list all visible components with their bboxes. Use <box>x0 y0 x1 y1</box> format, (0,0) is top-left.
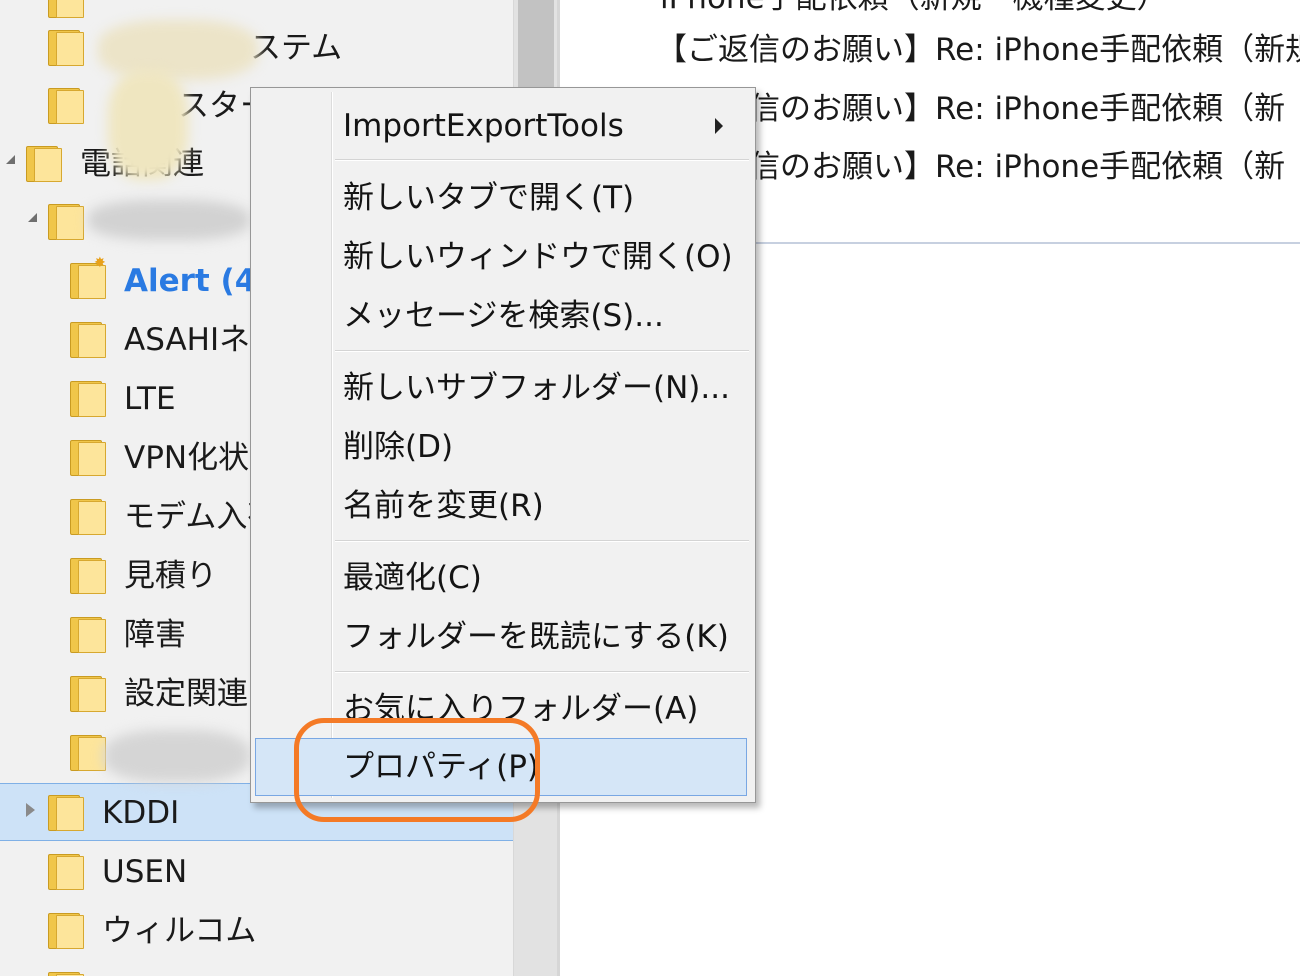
folder-icon <box>70 676 106 712</box>
folder-context-menu: ImportExportTools 新しいタブで開く(T) 新しいウィンドウで開… <box>250 87 756 803</box>
menu-separator <box>335 350 749 352</box>
redaction-blur <box>104 730 250 782</box>
menu-item-label: 新しいタブで開く(T) <box>343 180 635 216</box>
folder-icon <box>70 499 106 535</box>
folder-row[interactable]: ウィルコム <box>0 901 513 959</box>
folder-row[interactable]: USEN <box>0 842 513 900</box>
folder-icon <box>70 440 106 476</box>
folder-label: LTE <box>124 381 176 417</box>
triangle-collapsed-icon[interactable] <box>26 803 35 817</box>
folder-icon <box>48 0 84 18</box>
menu-item-label: 削除(D) <box>343 429 454 465</box>
folder-label: 設定関連 <box>124 676 248 712</box>
redaction-blur <box>98 20 258 80</box>
menu-item-label: 最適化(C) <box>343 560 482 596</box>
menu-item-compact[interactable]: 最適化(C) <box>255 549 749 607</box>
redaction-blur <box>108 70 188 180</box>
folder-label: USEN <box>102 854 188 890</box>
menu-item-delete[interactable]: 削除(D) <box>255 418 749 476</box>
menu-item-open-new-tab[interactable]: 新しいタブで開く(T) <box>255 169 749 227</box>
folder-label: 見積り <box>124 558 217 594</box>
folder-icon <box>48 30 84 66</box>
menu-separator <box>335 540 749 542</box>
redaction-blur <box>88 200 250 240</box>
thunderbird-window: ステム スター 電話関連 ✸ Alert (4 ASAHIネ LTE <box>0 0 1300 976</box>
folder-icon <box>48 88 84 124</box>
folder-label: VPN化状 <box>124 440 250 476</box>
folder-label: ウィルコム <box>102 913 257 949</box>
folder-icon <box>48 972 84 976</box>
menu-item-rename[interactable]: 名前を変更(R) <box>255 477 749 535</box>
menu-item-importexporttools[interactable]: ImportExportTools <box>255 97 749 155</box>
folder-icon <box>70 735 106 771</box>
menu-item-mark-folder-read[interactable]: フォルダーを既読にする(K) <box>255 608 749 666</box>
folder-icon <box>48 854 84 890</box>
folder-icon <box>26 146 62 182</box>
folder-icon <box>70 322 106 358</box>
folder-label: 障害 <box>124 617 186 653</box>
menu-item-label: ImportExportTools <box>343 108 624 144</box>
folder-icon <box>70 558 106 594</box>
menu-item-label: 名前を変更(R) <box>343 488 544 524</box>
folder-label: ステム <box>250 30 343 66</box>
folder-new-icon: ✸ <box>70 256 106 299</box>
menu-separator <box>335 671 749 673</box>
menu-item-search-messages[interactable]: メッセージを検索(S)... <box>255 287 749 345</box>
menu-item-open-new-window[interactable]: 新しいウィンドウで開く(O) <box>255 228 749 286</box>
folder-icon <box>48 795 84 831</box>
menu-separator <box>335 159 749 161</box>
message-row[interactable]: 【ご返信のお願い】Re: iPhone手配依頼（新規・ <box>656 30 1300 70</box>
folder-row[interactable] <box>0 960 513 976</box>
folder-icon <box>48 204 84 240</box>
menu-item-label: メッセージを検索(S)... <box>343 298 664 334</box>
menu-item-label: 新しいウィンドウで開く(O) <box>343 239 733 275</box>
folder-icon <box>70 617 106 653</box>
message-row[interactable]: iPhone手配依頼（新規・機種変更） <box>660 0 1168 18</box>
menu-item-new-subfolder[interactable]: 新しいサブフォルダー(N)... <box>255 359 749 417</box>
annotation-highlight-ring <box>294 718 540 822</box>
triangle-expanded-icon[interactable] <box>6 155 15 164</box>
folder-icon <box>70 381 106 417</box>
menu-item-label: 新しいサブフォルダー(N)... <box>343 370 730 406</box>
folder-label: ASAHIネ <box>124 322 251 358</box>
submenu-arrow-icon <box>715 118 723 134</box>
folder-icon <box>48 913 84 949</box>
triangle-expanded-icon[interactable] <box>28 213 37 222</box>
folder-label: KDDI <box>102 795 180 831</box>
folder-label: Alert (4 <box>124 263 257 299</box>
menu-item-label: フォルダーを既読にする(K) <box>343 619 729 655</box>
